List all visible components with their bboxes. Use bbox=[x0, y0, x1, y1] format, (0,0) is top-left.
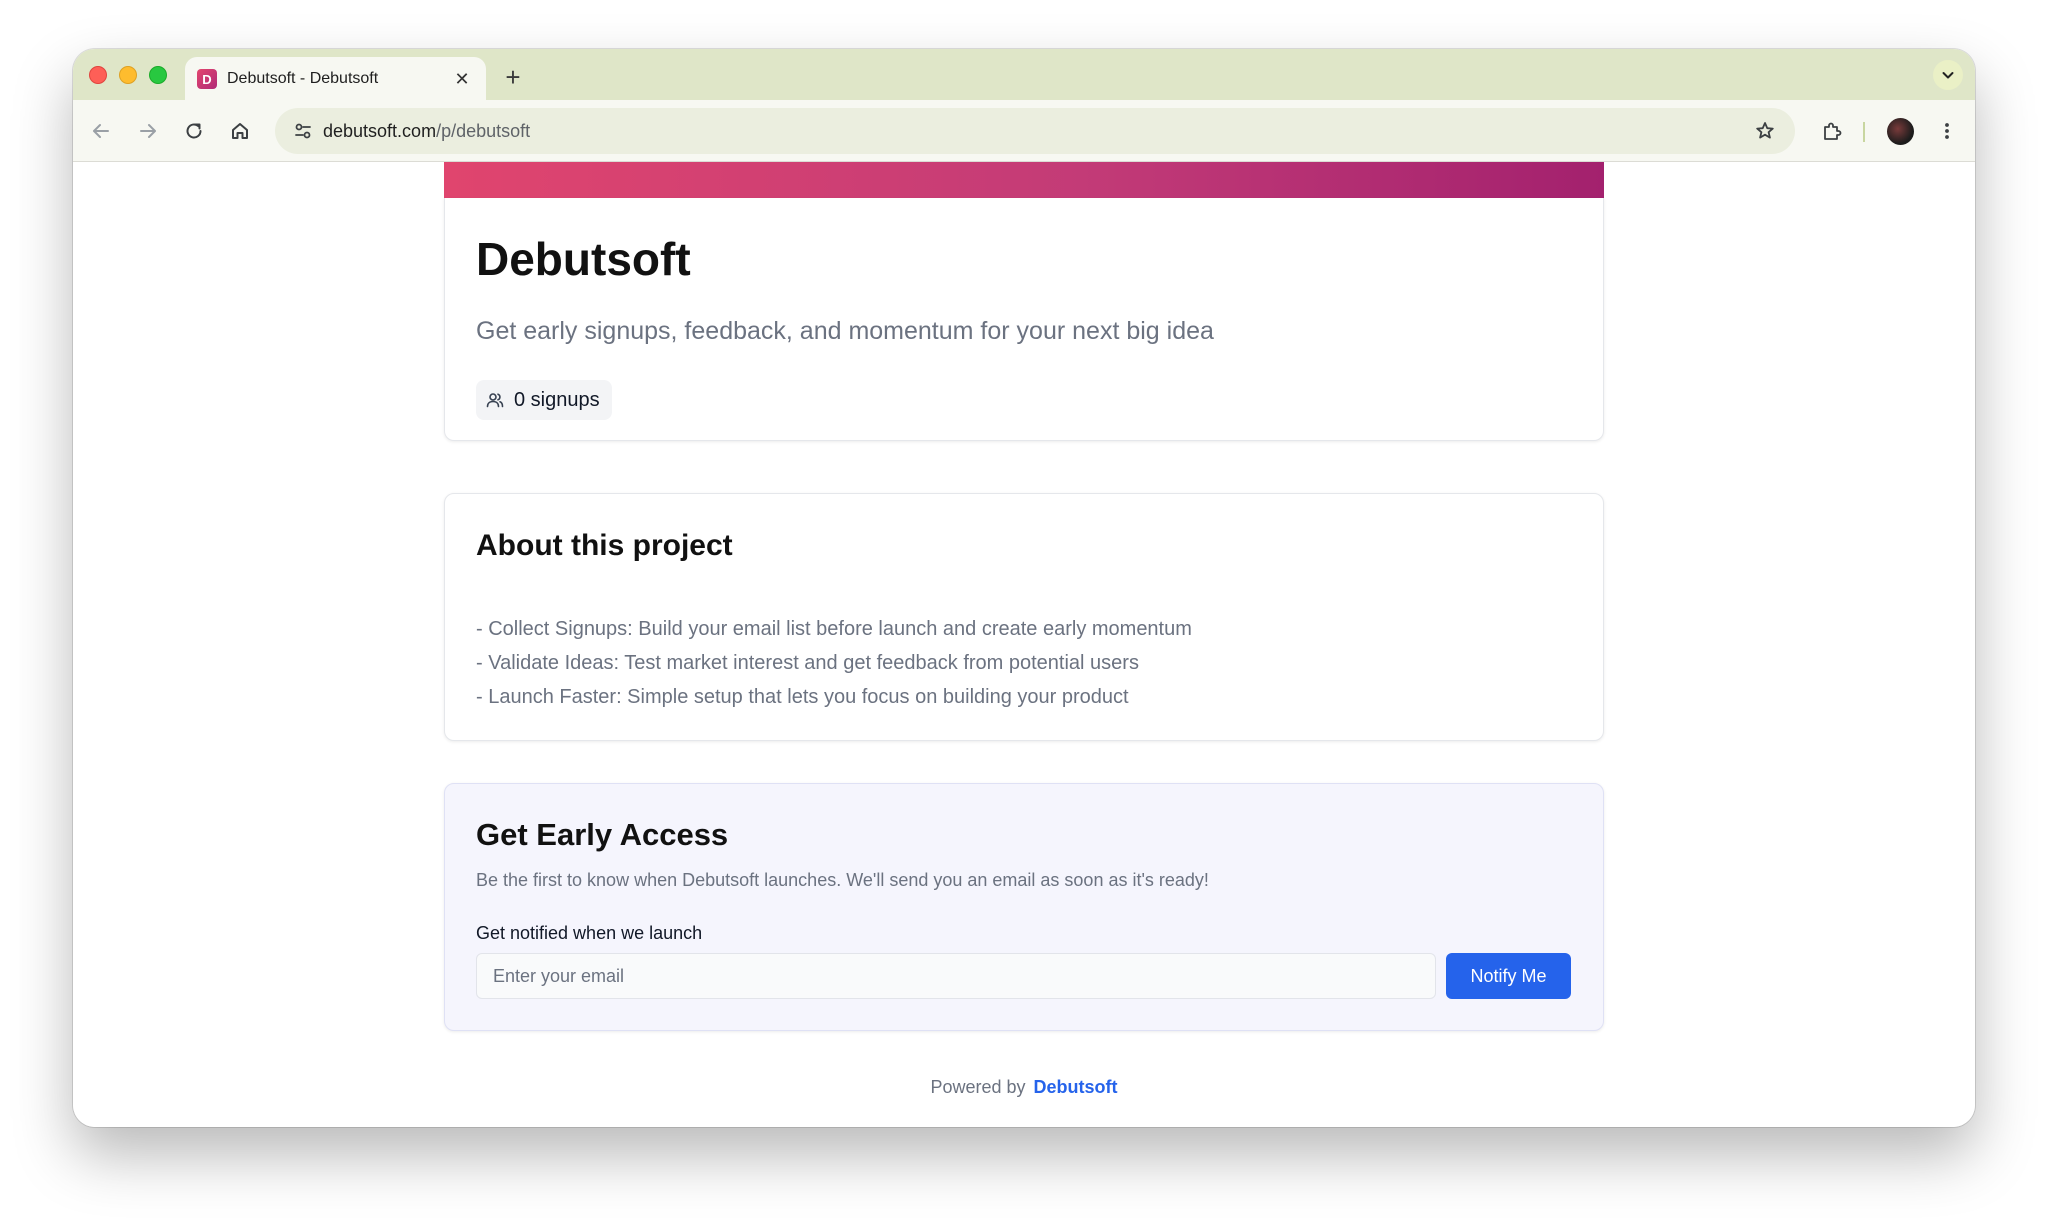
reload-button[interactable] bbox=[178, 115, 210, 147]
signups-badge: 0 signups bbox=[476, 380, 612, 420]
profile-avatar[interactable] bbox=[1887, 118, 1914, 145]
tab-debutsoft[interactable]: D Debutsoft - Debutsoft ✕ bbox=[185, 57, 486, 101]
browser-toolbar: debutsoft.com/p/debutsoft bbox=[73, 100, 1975, 162]
about-title: About this project bbox=[476, 529, 733, 562]
about-item: - Validate Ideas: Test market interest a… bbox=[476, 652, 1139, 674]
notify-me-button[interactable]: Notify Me bbox=[1446, 953, 1571, 999]
page-content: Debutsoft Get early signups, feedback, a… bbox=[73, 162, 1975, 1127]
project-banner bbox=[444, 162, 1604, 198]
star-icon bbox=[1756, 122, 1774, 139]
early-access-description: Be the first to know when Debutsoft laun… bbox=[476, 870, 1209, 890]
signups-count: 0 signups bbox=[514, 388, 600, 411]
new-tab-button[interactable]: + bbox=[497, 61, 529, 93]
about-item: - Launch Faster: Simple setup that lets … bbox=[476, 686, 1129, 708]
more-vertical-icon bbox=[1945, 123, 1949, 139]
window-controls bbox=[89, 66, 167, 84]
about-list: - Collect Signups: Build your email list… bbox=[476, 612, 1192, 714]
maximize-window-button[interactable] bbox=[149, 66, 167, 84]
address-bar[interactable]: debutsoft.com/p/debutsoft bbox=[275, 108, 1795, 154]
arrow-left-icon bbox=[93, 124, 109, 138]
debutsoft-link[interactable]: Debutsoft bbox=[1034, 1077, 1118, 1097]
browser-menu-button[interactable] bbox=[1931, 115, 1963, 147]
close-window-button[interactable] bbox=[89, 66, 107, 84]
early-access-title: Get Early Access bbox=[476, 817, 729, 852]
tab-close-icon[interactable]: ✕ bbox=[452, 69, 472, 90]
puzzle-icon bbox=[1824, 122, 1842, 140]
bookmark-button[interactable] bbox=[1749, 115, 1781, 147]
tab-title: Debutsoft - Debutsoft bbox=[227, 70, 379, 87]
debutsoft-favicon-icon: D bbox=[197, 69, 217, 89]
browser-window: D Debutsoft - Debutsoft ✕ + debutsoft.co… bbox=[73, 49, 1975, 1127]
back-button[interactable] bbox=[85, 115, 117, 147]
url-text[interactable]: debutsoft.com/p/debutsoft bbox=[323, 121, 530, 142]
home-icon bbox=[232, 123, 248, 139]
arrow-right-icon bbox=[140, 124, 156, 138]
about-item: - Collect Signups: Build your email list… bbox=[476, 618, 1192, 640]
tab-strip: D Debutsoft - Debutsoft ✕ + bbox=[73, 49, 1975, 101]
reload-icon bbox=[186, 123, 202, 139]
url-path: /p/debutsoft bbox=[436, 121, 531, 141]
footer: Powered by Debutsoft bbox=[73, 1077, 1975, 1098]
site-settings-button[interactable] bbox=[287, 115, 319, 147]
powered-by-label: Powered by bbox=[930, 1077, 1026, 1097]
project-tagline: Get early signups, feedback, and momentu… bbox=[476, 317, 1214, 345]
early-access-card: Get Early Access Be the first to know wh… bbox=[444, 783, 1604, 1031]
toolbar-divider bbox=[1863, 122, 1865, 142]
users-icon bbox=[486, 393, 504, 408]
tab-search-button[interactable] bbox=[1933, 60, 1963, 90]
project-title: Debutsoft bbox=[476, 233, 691, 285]
project-header-card: Debutsoft Get early signups, feedback, a… bbox=[444, 198, 1604, 441]
minimize-window-button[interactable] bbox=[119, 66, 137, 84]
about-card: About this project - Collect Signups: Bu… bbox=[444, 493, 1604, 741]
forward-button[interactable] bbox=[132, 115, 164, 147]
url-host: debutsoft.com bbox=[323, 121, 437, 141]
tune-icon bbox=[295, 123, 311, 139]
extensions-button[interactable] bbox=[1816, 115, 1848, 147]
chevron-down-icon bbox=[1942, 72, 1954, 79]
email-field[interactable] bbox=[476, 953, 1436, 999]
home-button[interactable] bbox=[224, 115, 256, 147]
email-field-label: Get notified when we launch bbox=[476, 923, 703, 943]
